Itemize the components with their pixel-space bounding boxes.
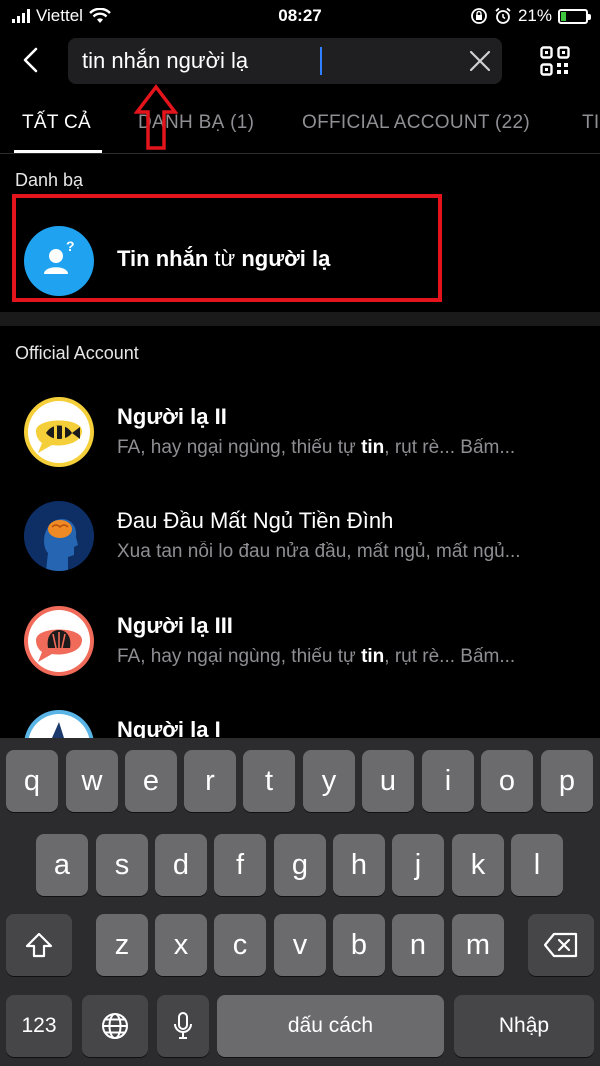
key-i[interactable]: i: [422, 750, 474, 812]
key-x[interactable]: x: [155, 914, 207, 976]
tab-more[interactable]: TI: [582, 112, 600, 134]
head-brain-icon: [24, 501, 94, 571]
search-input[interactable]: [82, 38, 462, 84]
section-divider: [0, 312, 600, 326]
key-b[interactable]: b: [333, 914, 385, 976]
key-e[interactable]: e: [125, 750, 177, 812]
on-screen-keyboard: q w e r t y u i o p a s d f g h j k l z …: [0, 738, 600, 1066]
return-key[interactable]: Nhập: [454, 995, 594, 1057]
key-j[interactable]: j: [392, 834, 444, 896]
globe-icon: [102, 1013, 128, 1039]
avatar: [24, 397, 94, 467]
shift-icon: [25, 932, 53, 958]
microphone-icon: [174, 1012, 192, 1039]
key-v[interactable]: v: [274, 914, 326, 976]
backspace-icon: [543, 932, 578, 958]
oa-description: FA, hay ngại ngùng, thiếu tự tin, rụt rè…: [117, 437, 587, 459]
key-l[interactable]: l: [511, 834, 563, 896]
oa-description-part: , rụt rè... Bấm...: [384, 437, 516, 458]
oa-description-part: tin: [361, 646, 385, 667]
key-u[interactable]: u: [362, 750, 414, 812]
key-d[interactable]: d: [155, 834, 207, 896]
rotation-lock-icon: [471, 8, 487, 24]
section-title-contacts: Danh bạ: [15, 170, 84, 190]
backspace-key[interactable]: [528, 914, 594, 976]
back-icon[interactable]: [14, 42, 50, 78]
key-h[interactable]: h: [333, 834, 385, 896]
shell-chat-icon: [28, 610, 90, 672]
fish-chat-icon: [28, 401, 90, 463]
key-f[interactable]: f: [214, 834, 266, 896]
search-header: [0, 32, 600, 90]
oa-name: Người lạ III: [117, 613, 233, 638]
avatar: [24, 501, 94, 571]
oa-name: Người lạ II: [117, 404, 227, 429]
oa-description-part: FA, hay ngại ngùng, thiếu tự: [117, 437, 362, 458]
battery-level: [561, 11, 567, 21]
oa-description: FA, hay ngại ngùng, thiếu tự tin, rụt rè…: [117, 646, 587, 668]
annotation-arrow-icon: [134, 84, 178, 150]
key-w[interactable]: w: [66, 750, 118, 812]
status-bar: Viettel 08:27 21%: [0, 0, 600, 32]
qr-code-icon[interactable]: [540, 46, 570, 76]
clear-icon[interactable]: [468, 49, 492, 73]
key-z[interactable]: z: [96, 914, 148, 976]
tab-all[interactable]: TẤT CẢ: [22, 112, 91, 134]
annotation-highlight-box: [12, 194, 442, 302]
key-m[interactable]: m: [452, 914, 504, 976]
oa-description-part: tin: [361, 437, 385, 458]
key-o[interactable]: o: [481, 750, 533, 812]
dictation-key[interactable]: [157, 995, 209, 1057]
key-a[interactable]: a: [36, 834, 88, 896]
alarm-icon: [495, 7, 511, 24]
key-t[interactable]: t: [243, 750, 295, 812]
search-box[interactable]: [68, 38, 502, 84]
text-caret: [320, 47, 322, 75]
key-y[interactable]: y: [303, 750, 355, 812]
shift-key[interactable]: [6, 914, 72, 976]
oa-description-part: , rụt rè... Bấm...: [384, 646, 516, 667]
tab-official-account[interactable]: OFFICIAL ACCOUNT (22): [302, 112, 530, 134]
key-g[interactable]: g: [274, 834, 326, 896]
battery-percent: 21%: [517, 6, 552, 25]
battery-icon: [558, 8, 591, 24]
key-k[interactable]: k: [452, 834, 504, 896]
oa-description: Xua tan nỗi lo đau nửa đầu, mất ngủ, mất…: [117, 541, 587, 563]
oa-name: Đau Đầu Mất Ngủ Tiền Đình: [117, 508, 394, 533]
status-right: 21%: [470, 6, 591, 26]
oa-description-part: FA, hay ngại ngùng, thiếu tự: [117, 646, 362, 667]
globe-key[interactable]: [82, 995, 148, 1057]
oa-description-part: Xua tan nỗi lo đau nửa đầu, mất ngủ, mất…: [117, 541, 521, 562]
key-q[interactable]: q: [6, 750, 58, 812]
search-tabs: TẤT CẢ DANH BẠ (1) OFFICIAL ACCOUNT (22)…: [0, 92, 600, 154]
key-p[interactable]: p: [541, 750, 593, 812]
key-n[interactable]: n: [392, 914, 444, 976]
key-r[interactable]: r: [184, 750, 236, 812]
space-key[interactable]: dấu cách: [217, 995, 444, 1057]
key-s[interactable]: s: [96, 834, 148, 896]
section-title-official-account: Official Account: [15, 343, 139, 363]
active-tab-indicator: [14, 150, 102, 153]
numbers-key[interactable]: 123: [6, 995, 72, 1057]
avatar: [24, 606, 94, 676]
key-c[interactable]: c: [214, 914, 266, 976]
